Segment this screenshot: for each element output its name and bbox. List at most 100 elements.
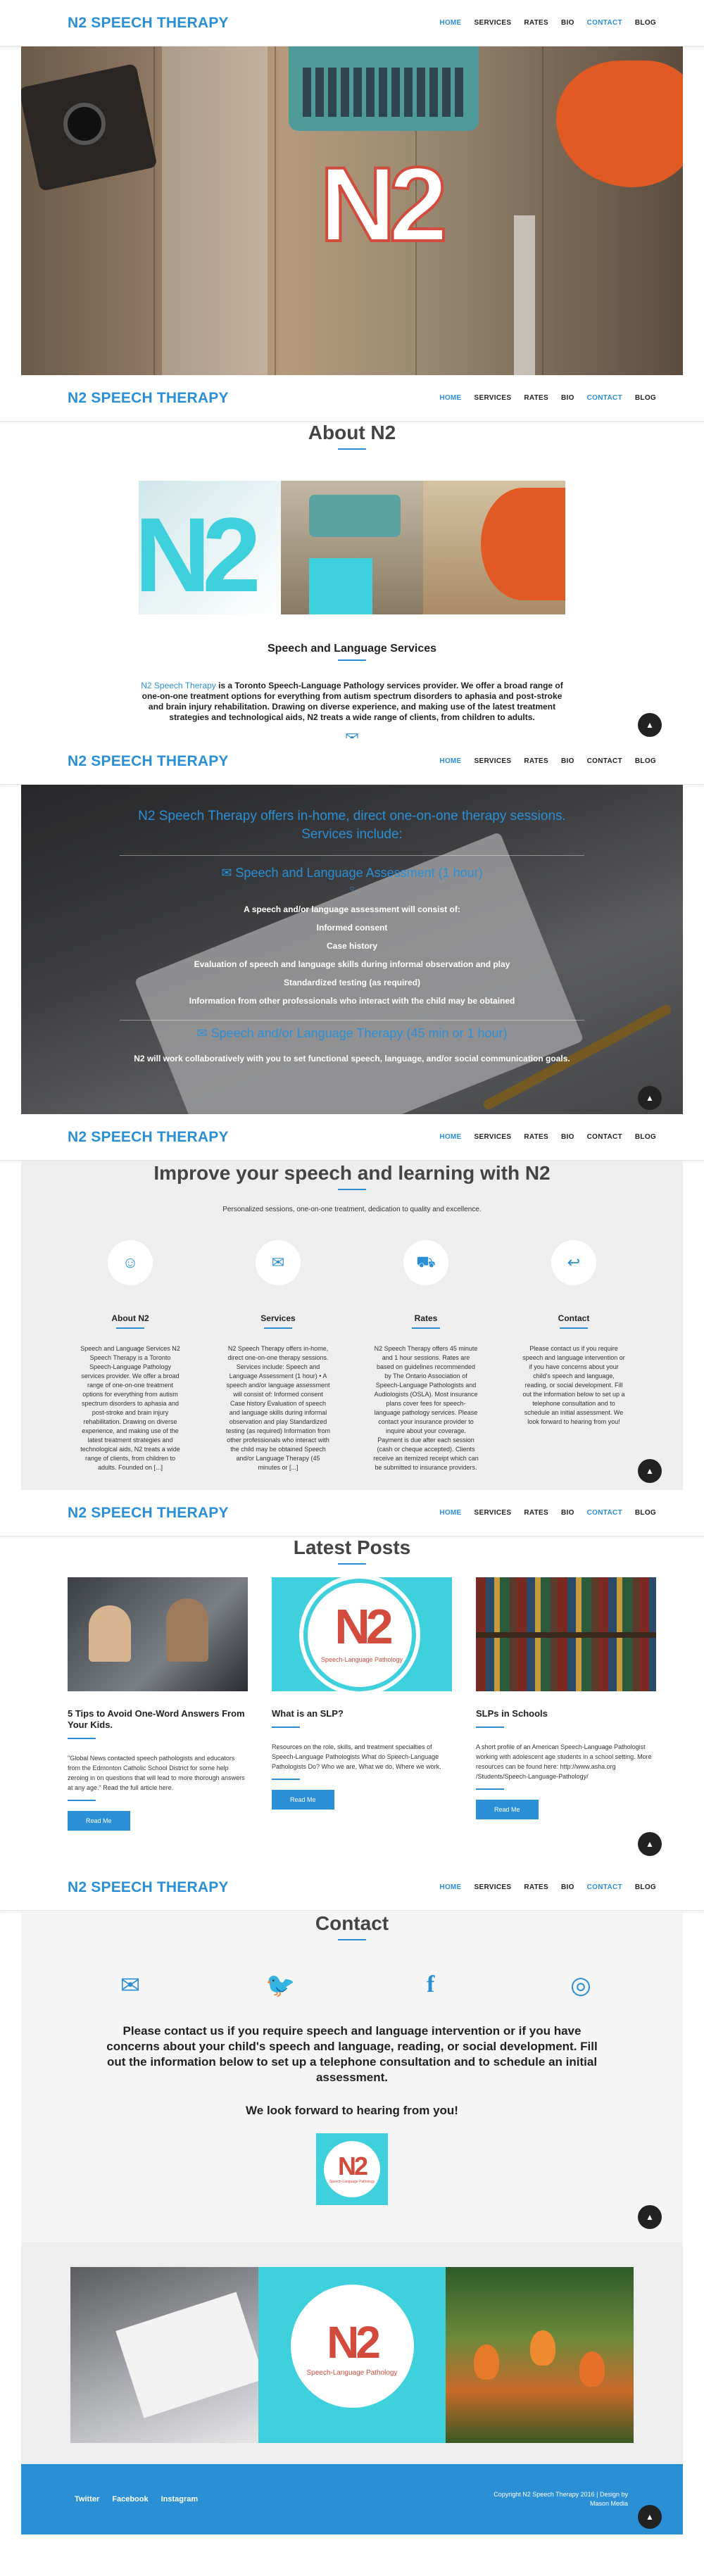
read-more-button[interactable]: Read Me — [476, 1800, 539, 1819]
contact-logo-sub: Speech-Language Pathology — [329, 2180, 375, 2184]
nav-contact[interactable]: CONTACT — [587, 394, 622, 402]
services-content: N2 Speech Therapy offers in-home, direct… — [21, 785, 683, 1063]
chat-icon[interactable]: ✉ — [256, 1240, 301, 1285]
brand-logo[interactable]: N2 SPEECH THERAPY — [68, 1505, 229, 1522]
nav-blog[interactable]: BLOG — [635, 1133, 656, 1141]
scroll-top-button[interactable]: ▲ — [638, 1459, 662, 1483]
about-title: About N2 — [308, 422, 396, 443]
scroll-top-button[interactable]: ▲ — [638, 713, 662, 737]
post-thumbnail-logo[interactable]: N2 Speech-Language Pathology — [272, 1577, 452, 1691]
nav-blog[interactable]: BLOG — [635, 1883, 656, 1891]
post-excerpt: "Global News contacted speech pathologis… — [68, 1755, 245, 1791]
nav-rates[interactable]: RATES — [524, 19, 548, 27]
read-more-button[interactable]: Read Me — [68, 1811, 130, 1831]
services-footer: N2 will work collaboratively with you to… — [134, 1054, 570, 1063]
read-more-button[interactable]: Read Me — [272, 1790, 334, 1810]
post-card: N2 Speech-Language Pathology What is an … — [272, 1577, 452, 1831]
nav-services[interactable]: SERVICES — [474, 757, 512, 765]
nav-rates[interactable]: RATES — [524, 1883, 548, 1891]
nav-home[interactable]: HOME — [439, 1883, 461, 1891]
collage-typewriter — [281, 481, 423, 614]
scroll-top-button[interactable]: ▲ — [638, 2205, 662, 2229]
navbar-about: N2 SPEECH THERAPY HOME SERVICES RATES BI… — [0, 375, 704, 422]
nav-links: HOME SERVICES RATES BIO CONTACT BLOG — [439, 757, 656, 765]
post-title[interactable]: 5 Tips to Avoid One-Word Answers From Yo… — [68, 1708, 248, 1731]
feature-about: ☺ About N2 Speech and Language Services … — [77, 1240, 183, 1472]
assessment-item: Informed consent — [316, 923, 388, 933]
scroll-top-button[interactable]: ▲ — [638, 1832, 662, 1856]
footer-instagram-link[interactable]: Instagram — [161, 2495, 199, 2504]
nav-contact[interactable]: CONTACT — [587, 757, 622, 765]
brand-logo[interactable]: N2 SPEECH THERAPY — [68, 1879, 229, 1896]
post-title[interactable]: What is an SLP? — [272, 1708, 452, 1719]
nav-rates[interactable]: RATES — [524, 757, 548, 765]
nav-contact[interactable]: CONTACT — [587, 1509, 622, 1517]
feature-title: About N2 — [111, 1313, 149, 1323]
gallery-logo-sub: Speech-Language Pathology — [306, 2369, 398, 2377]
footer-twitter-link[interactable]: Twitter — [75, 2495, 99, 2504]
nav-contact[interactable]: CONTACT — [587, 1883, 622, 1891]
nav-home[interactable]: HOME — [439, 757, 461, 765]
scroll-top-button[interactable]: ▲ — [638, 2505, 662, 2529]
nav-contact[interactable]: CONTACT — [587, 1133, 622, 1141]
post-title[interactable]: SLPs in Schools — [476, 1708, 656, 1719]
nav-home[interactable]: HOME — [439, 1509, 461, 1517]
nav-blog[interactable]: BLOG — [635, 19, 656, 27]
feature-rates: ⛟ Rates N2 Speech Therapy offers 45 minu… — [373, 1240, 479, 1472]
child-icon[interactable]: ☺ — [108, 1240, 153, 1285]
nav-services[interactable]: SERVICES — [474, 1509, 512, 1517]
nav-blog[interactable]: BLOG — [635, 394, 656, 402]
nav-bio[interactable]: BIO — [561, 1509, 574, 1517]
hero-image: N2 — [21, 46, 683, 375]
nav-rates[interactable]: RATES — [524, 394, 548, 402]
services-band: N2 Speech Therapy offers in-home, direct… — [21, 785, 683, 1114]
navbar-rates: N2 SPEECH THERAPY HOME SERVICES RATES BI… — [0, 1114, 704, 1161]
about-link[interactable]: N2 Speech Therapy — [141, 681, 216, 690]
feature-title: Rates — [414, 1313, 438, 1323]
nav-blog[interactable]: BLOG — [635, 757, 656, 765]
nav-bio[interactable]: BIO — [561, 1883, 574, 1891]
nav-links: HOME SERVICES RATES BIO CONTACT BLOG — [439, 394, 656, 402]
nav-services[interactable]: SERVICES — [474, 1133, 512, 1141]
reply-icon[interactable]: ↩ — [551, 1240, 596, 1285]
contact-logo-text: N2 — [337, 2152, 368, 2180]
nav-rates[interactable]: RATES — [524, 1509, 548, 1517]
post-logo-sub: Speech-Language Pathology — [320, 1656, 403, 1663]
copyright-text: Copyright N2 Speech Therapy 2016 | Desig… — [494, 2491, 628, 2498]
scroll-top-button[interactable]: ▲ — [638, 1086, 662, 1110]
post-thumbnail-books[interactable] — [476, 1577, 656, 1691]
nav-home[interactable]: HOME — [439, 1133, 461, 1141]
nav-services[interactable]: SERVICES — [474, 394, 512, 402]
footer-links: Twitter Facebook Instagram — [75, 2495, 198, 2504]
nav-bio[interactable]: BIO — [561, 1133, 574, 1141]
brand-logo[interactable]: N2 SPEECH THERAPY — [68, 390, 229, 407]
brand-logo[interactable]: N2 SPEECH THERAPY — [68, 753, 229, 770]
footer-facebook-link[interactable]: Facebook — [112, 2495, 148, 2504]
nav-services[interactable]: SERVICES — [474, 19, 512, 27]
designer-link[interactable]: Mason Media — [494, 2499, 628, 2508]
nav-bio[interactable]: BIO — [561, 19, 574, 27]
nav-bio[interactable]: BIO — [561, 394, 574, 402]
gallery-section: N2 Speech-Language Pathology — [21, 2242, 683, 2464]
chat-icon: ✉ — [196, 1026, 211, 1040]
email-icon[interactable]: ✉ — [113, 1971, 148, 2000]
nav-rates[interactable]: RATES — [524, 1133, 548, 1141]
nav-home[interactable]: HOME — [439, 19, 461, 27]
gallery-logo: N2 Speech-Language Pathology — [258, 2267, 446, 2443]
feature-contact: ↩ Contact Please contact us if you requi… — [521, 1240, 627, 1472]
post-card: SLPs in Schools A short profile of an Am… — [476, 1577, 656, 1831]
twitter-icon[interactable]: 🐦 — [263, 1971, 298, 2000]
hero-n2-logo: N2 — [318, 144, 449, 265]
nav-home[interactable]: HOME — [439, 394, 461, 402]
nav-contact[interactable]: CONTACT — [587, 19, 622, 27]
brand-logo[interactable]: N2 SPEECH THERAPY — [68, 15, 229, 32]
post-thumbnail-car[interactable] — [68, 1577, 248, 1691]
cart-icon[interactable]: ⛟ — [403, 1240, 448, 1285]
nav-services[interactable]: SERVICES — [474, 1883, 512, 1891]
facebook-icon[interactable]: f — [413, 1971, 448, 2000]
nav-blog[interactable]: BLOG — [635, 1509, 656, 1517]
nav-bio[interactable]: BIO — [561, 757, 574, 765]
about-divider — [338, 448, 366, 450]
brand-logo[interactable]: N2 SPEECH THERAPY — [68, 1129, 229, 1146]
instagram-icon[interactable]: ◎ — [563, 1971, 598, 2000]
